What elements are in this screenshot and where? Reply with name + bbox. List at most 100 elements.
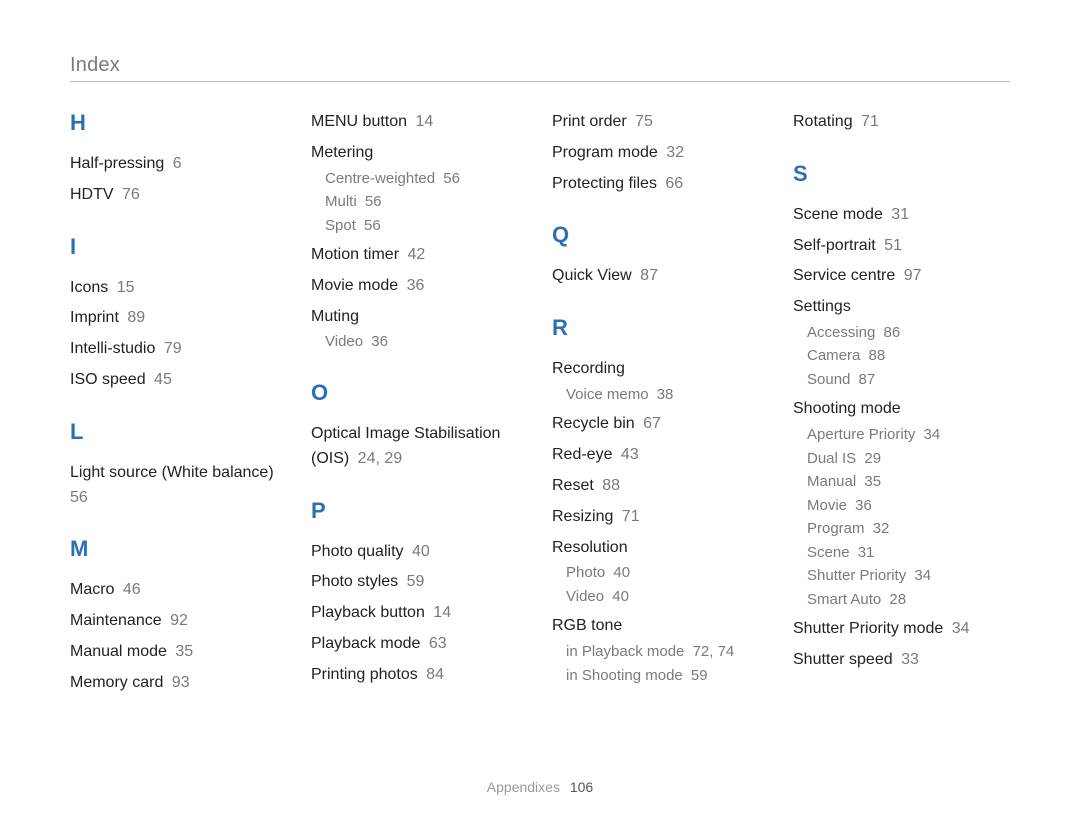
index-column: Print order 75Program mode 32Protecting …: [552, 110, 769, 702]
index-subentry: Photo 40: [566, 562, 769, 585]
index-subentry: Video 36: [325, 331, 528, 354]
index-section-letter: L: [70, 419, 287, 445]
index-entry: Playback mode 63: [311, 632, 528, 657]
index-subentry-label: Camera: [807, 347, 860, 364]
index-entry-label: ISO speed: [70, 371, 146, 388]
index-entry: Macro 46: [70, 578, 287, 603]
index-subentry: in Shooting mode 59: [566, 665, 769, 688]
index-entry: Maintenance 92: [70, 609, 287, 634]
index-subentry-label: Movie: [807, 497, 847, 514]
index-entry: Movie mode 36: [311, 274, 528, 299]
index-entry-label: MENU button: [311, 113, 407, 130]
index-entry-page: 15: [112, 279, 134, 296]
index-subentry-page: 32: [869, 520, 890, 537]
index-entry-page: 33: [897, 651, 919, 668]
index-subentry: Multi 56: [325, 191, 528, 214]
index-topic-heading: Muting: [311, 305, 528, 330]
index-entry-page: 59: [402, 573, 424, 590]
index-subentry: Voice memo 38: [566, 384, 769, 407]
index-section-letter: S: [793, 161, 1010, 187]
index-entry-page: 88: [598, 477, 620, 494]
index-entry: Shutter Priority mode 34: [793, 617, 1010, 642]
index-entry-label: Photo quality: [311, 543, 404, 560]
index-entry-page: 45: [150, 371, 172, 388]
index-subentry-page: 35: [860, 473, 881, 490]
index-entry-label: Maintenance: [70, 612, 162, 629]
index-entry: Printing photos 84: [311, 663, 528, 688]
index-subentry-page: 38: [653, 386, 674, 403]
index-entry: Memory card 93: [70, 671, 287, 696]
index-entry-page: 51: [880, 237, 902, 254]
index-entry-page: 43: [616, 446, 638, 463]
index-topic: RGB tonein Playback mode 72, 74in Shooti…: [552, 614, 769, 687]
index-entry-page: 46: [118, 581, 140, 598]
index-entry: Red-eye 43: [552, 443, 769, 468]
index-entry: Quick View 87: [552, 264, 769, 289]
index-entry-label: Memory card: [70, 674, 163, 691]
index-entry-page: 6: [168, 155, 181, 172]
index-entry-label: Scene mode: [793, 206, 883, 223]
index-subentry-page: 87: [854, 371, 875, 388]
index-subentry-label: Video: [566, 588, 604, 605]
index-entry-label: Half-pressing: [70, 155, 164, 172]
footer-label: Appendixes: [487, 779, 560, 795]
index-topic: Shooting modeAperture Priority 34Dual IS…: [793, 397, 1010, 611]
index-section-letter: M: [70, 536, 287, 562]
index-subentry: Manual 35: [807, 471, 1010, 494]
index-subentry-page: 36: [851, 497, 872, 514]
index-page: Index HHalf-pressing 6HDTV 76IIcons 15Im…: [0, 0, 1080, 815]
index-section-letter: Q: [552, 222, 769, 248]
index-topic-heading: Shooting mode: [793, 397, 1010, 422]
index-subentry: Centre-weighted 56: [325, 168, 528, 191]
index-entry-label: Imprint: [70, 309, 119, 326]
index-subentry-page: 56: [439, 170, 460, 187]
index-entry-label: Service centre: [793, 267, 895, 284]
index-subentry-page: 56: [361, 193, 382, 210]
index-section-letter: I: [70, 234, 287, 260]
index-entry-page: 66: [661, 175, 683, 192]
index-entry: Scene mode 31: [793, 203, 1010, 228]
index-entry-label: Reset: [552, 477, 594, 494]
index-subentry: Smart Auto 28: [807, 589, 1010, 612]
index-subentry-label: Accessing: [807, 324, 875, 341]
index-entry-label: Recycle bin: [552, 415, 635, 432]
index-section-letter: P: [311, 498, 528, 524]
index-entry-label: Rotating: [793, 113, 853, 130]
index-entry-page: 36: [402, 277, 424, 294]
index-entry: Rotating 71: [793, 110, 1010, 135]
index-entry-label: Protecting files: [552, 175, 657, 192]
index-entry-label: Macro: [70, 581, 114, 598]
index-subentry-label: Video: [325, 333, 363, 350]
index-subentry-label: in Playback mode: [566, 643, 684, 660]
index-entry: Print order 75: [552, 110, 769, 135]
index-entry: Protecting files 66: [552, 172, 769, 197]
index-entry-label: Movie mode: [311, 277, 398, 294]
index-entry-label: Playback button: [311, 604, 425, 621]
index-subentry: Dual IS 29: [807, 448, 1010, 471]
index-subentry-label: Photo: [566, 564, 605, 581]
index-entry-label: Self-portrait: [793, 237, 876, 254]
index-entry-label: Playback mode: [311, 635, 420, 652]
index-subentry-page: 88: [864, 347, 885, 364]
index-subentry-label: Manual: [807, 473, 856, 490]
index-subentry-page: 34: [910, 567, 931, 584]
index-entry-page: 40: [408, 543, 430, 560]
index-entry: Playback button 14: [311, 601, 528, 626]
index-subentry: Movie 36: [807, 495, 1010, 518]
index-subentry: Scene 31: [807, 542, 1010, 565]
index-subentry-page: 34: [919, 426, 940, 443]
index-subentry: Shutter Priority 34: [807, 565, 1010, 588]
index-entry-page: 71: [857, 113, 879, 130]
index-entry-page: 75: [631, 113, 653, 130]
index-columns: HHalf-pressing 6HDTV 76IIcons 15Imprint …: [70, 110, 1010, 702]
index-entry-page: 35: [171, 643, 193, 660]
index-entry-page: 63: [424, 635, 446, 652]
index-entry-page: 76: [118, 186, 140, 203]
index-entry-page: 92: [166, 612, 188, 629]
index-entry-label: Icons: [70, 279, 108, 296]
index-entry-page: 89: [123, 309, 145, 326]
index-subentry-label: Centre-weighted: [325, 170, 435, 187]
index-section-letter: R: [552, 315, 769, 341]
index-subentry: Video 40: [566, 586, 769, 609]
index-entry-label: Quick View: [552, 267, 632, 284]
